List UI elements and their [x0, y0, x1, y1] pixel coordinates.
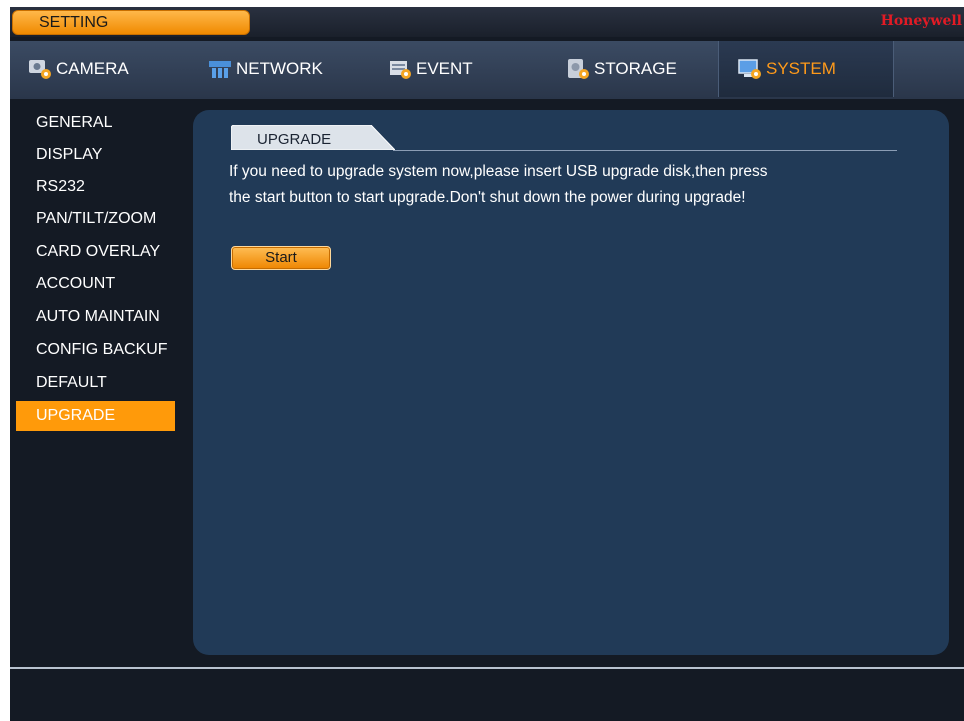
setting-title-pill: SETTING [12, 10, 250, 35]
sidebar-item-general[interactable]: GENERAL [36, 108, 186, 138]
brand-logo: Honeywell [880, 13, 962, 29]
sidebar-item-upgrade[interactable]: UPGRADE [16, 401, 175, 431]
tab-event[interactable]: EVENT [388, 53, 473, 85]
tab-network[interactable]: NETWORK [208, 53, 323, 85]
sidebar-item-pan-tilt-zoom[interactable]: PAN/TILT/ZOOM [36, 204, 186, 234]
tab-label: CAMERA [56, 59, 129, 78]
tab-label: SYSTEM [766, 59, 836, 78]
tab-label: STORAGE [594, 59, 677, 78]
sidebar-item-default[interactable]: DEFAULT [36, 368, 186, 398]
section-title: UPGRADE [257, 131, 332, 148]
sidebar-item-card-overlay[interactable]: CARD OVERLAY [36, 237, 186, 267]
window-title: SETTING [39, 14, 109, 31]
title-bar: SETTING Honeywell [10, 7, 964, 37]
sidebar: GENERAL DISPLAY RS232 PAN/TILT/ZOOM CARD… [10, 99, 180, 669]
tab-label: NETWORK [236, 59, 323, 78]
section-divider [393, 150, 897, 151]
tab-camera[interactable]: CAMERA [28, 53, 129, 85]
sidebar-item-display[interactable]: DISPLAY [36, 140, 186, 170]
tab-system[interactable]: SYSTEM [738, 53, 836, 85]
tab-label: EVENT [416, 59, 473, 78]
sidebar-item-auto-maintain[interactable]: AUTO MAINTAIN [36, 302, 186, 332]
settings-window: SETTING Honeywell CAMERA NETWORK EVENT S… [10, 7, 964, 721]
network-icon [208, 58, 232, 80]
storage-icon [566, 58, 590, 80]
event-icon [388, 58, 412, 80]
sidebar-item-account[interactable]: ACCOUNT [36, 269, 186, 299]
system-icon [738, 58, 762, 80]
status-bar [10, 669, 964, 721]
upgrade-message-line-1: If you need to upgrade system now,please… [229, 163, 768, 180]
sidebar-item-rs232[interactable]: RS232 [36, 172, 186, 202]
sidebar-item-config-backup[interactable]: CONFIG BACKUF [36, 335, 186, 365]
camera-icon [28, 58, 52, 80]
start-button[interactable]: Start [231, 246, 331, 270]
tab-storage[interactable]: STORAGE [566, 53, 677, 85]
main-tabbar: CAMERA NETWORK EVENT STORAGE SYSTEM [10, 41, 964, 99]
upgrade-message-line-2: the start button to start upgrade.Don't … [229, 189, 746, 206]
upgrade-panel: UPGRADE If you need to upgrade system no… [193, 110, 949, 655]
